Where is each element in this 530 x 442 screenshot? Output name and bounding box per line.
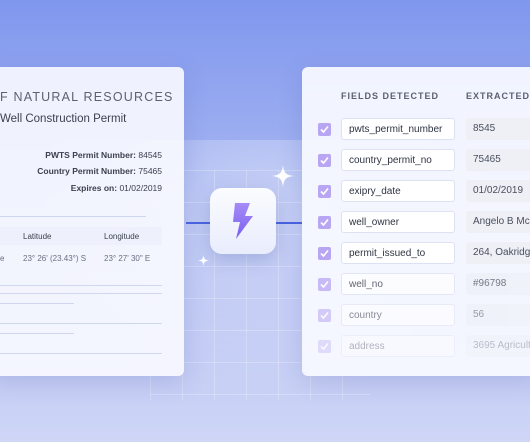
meta-pwts-permit: PWTS Permit Number: 84545 <box>45 150 162 160</box>
sparkle-icon <box>198 255 209 266</box>
field-name-input[interactable]: country_permit_no <box>341 149 455 171</box>
extracted-value: #96798 <box>466 273 530 295</box>
table-header: Latitude Longitude <box>0 227 162 245</box>
field-name-input[interactable]: address <box>341 335 455 357</box>
source-document-card: F NATURAL RESOURCES Well Construction Pe… <box>0 67 184 376</box>
field-name-input[interactable]: well_no <box>341 273 455 295</box>
field-row: permit_issued_to 264, Oakridge <box>302 242 530 266</box>
document-title: F NATURAL RESOURCES <box>0 90 174 104</box>
extracted-value: 75465 <box>466 149 530 171</box>
checkmark-icon <box>320 218 329 227</box>
field-name-input[interactable]: permit_issued_to <box>341 242 455 264</box>
field-checkbox[interactable] <box>318 216 331 229</box>
field-row: well_owner Angelo B McD <box>302 211 530 235</box>
process-button[interactable] <box>210 188 276 254</box>
field-checkbox[interactable] <box>318 309 331 322</box>
checkmark-icon <box>320 125 329 134</box>
field-row: exipry_date 01/02/2019 <box>302 180 530 204</box>
field-row: address 3695 Agricult <box>302 335 530 359</box>
extracted-value: Angelo B McD <box>466 211 530 233</box>
meta-country-permit: Country Permit Number: 75465 <box>37 166 162 176</box>
table-row: e 23° 26' (23.43°) S 23° 27' 30" E <box>0 254 151 263</box>
checkmark-icon <box>320 249 329 258</box>
divider <box>0 216 146 217</box>
document-subtitle: Well Construction Permit <box>0 113 127 125</box>
field-name-input[interactable]: country <box>341 304 455 326</box>
checkmark-icon <box>320 156 329 165</box>
field-name-input[interactable]: well_owner <box>341 211 455 233</box>
extracted-data-header: EXTRACTED D <box>466 91 530 101</box>
meta-expires: Expires on: 01/02/2019 <box>70 183 162 193</box>
checkmark-icon <box>320 280 329 289</box>
field-checkbox[interactable] <box>318 340 331 353</box>
divider <box>0 285 162 286</box>
extracted-value: 3695 Agricult <box>466 335 530 357</box>
column-header-longitude: Longitude <box>104 232 140 241</box>
extracted-value: 56 <box>466 304 530 326</box>
divider <box>0 333 74 334</box>
field-checkbox[interactable] <box>318 185 331 198</box>
divider <box>0 353 162 354</box>
field-row: pwts_permit_number 8545 <box>302 118 530 142</box>
divider <box>0 293 162 294</box>
divider <box>0 303 74 304</box>
field-name-input[interactable]: pwts_permit_number <box>341 118 455 140</box>
extracted-value: 01/02/2019 <box>466 180 530 202</box>
lightning-bolt-icon <box>233 203 253 239</box>
divider <box>0 323 162 324</box>
fields-detected-header: FIELDS DETECTED <box>341 91 440 101</box>
field-checkbox[interactable] <box>318 247 331 260</box>
sparkle-icon <box>272 165 294 187</box>
field-row: country_permit_no 75465 <box>302 149 530 173</box>
fields-detected-card: FIELDS DETECTED EXTRACTED D pwts_permit_… <box>302 67 530 376</box>
extracted-value: 264, Oakridge <box>466 242 530 264</box>
field-name-input[interactable]: exipry_date <box>341 180 455 202</box>
checkmark-icon <box>320 342 329 351</box>
extracted-value: 8545 <box>466 118 530 140</box>
field-row: country 56 <box>302 304 530 328</box>
field-checkbox[interactable] <box>318 278 331 291</box>
checkmark-icon <box>320 311 329 320</box>
checkmark-icon <box>320 187 329 196</box>
field-checkbox[interactable] <box>318 123 331 136</box>
field-checkbox[interactable] <box>318 154 331 167</box>
column-header-latitude: Latitude <box>23 232 52 241</box>
field-row: well_no #96798 <box>302 273 530 297</box>
